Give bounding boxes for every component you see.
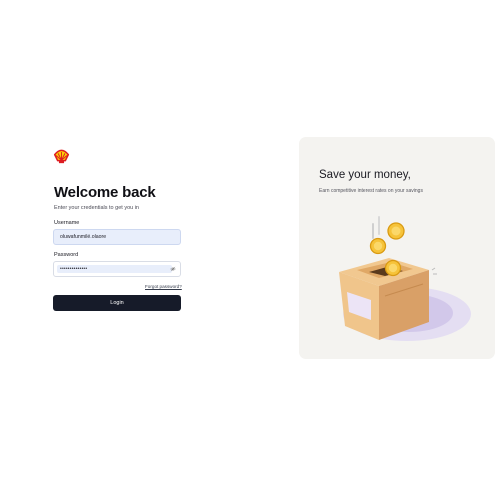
password-value: •••••••••••••• bbox=[60, 266, 88, 272]
page-subtitle: Enter your credentials to get you in bbox=[54, 205, 139, 211]
password-field[interactable]: •••••••••••••• bbox=[53, 261, 181, 277]
shell-logo-icon bbox=[53, 149, 70, 164]
savings-box-coins-illustration bbox=[339, 216, 471, 341]
eye-off-icon[interactable] bbox=[170, 266, 176, 272]
promo-panel: Save your money, Earn competitive intere… bbox=[299, 137, 495, 359]
page-title: Welcome back bbox=[54, 184, 156, 201]
promo-subtitle: Earn competitive interest rates on your … bbox=[319, 188, 423, 194]
forgot-password-link[interactable]: Forgot password? bbox=[145, 284, 182, 289]
password-label: Password bbox=[54, 252, 79, 258]
promo-title: Save your money, bbox=[319, 169, 411, 181]
username-field[interactable]: oluwafunmilé.olaore bbox=[53, 229, 181, 245]
username-label: Username bbox=[54, 220, 80, 226]
login-button[interactable]: Login bbox=[53, 295, 181, 311]
username-value: oluwafunmilé.olaore bbox=[60, 234, 107, 240]
